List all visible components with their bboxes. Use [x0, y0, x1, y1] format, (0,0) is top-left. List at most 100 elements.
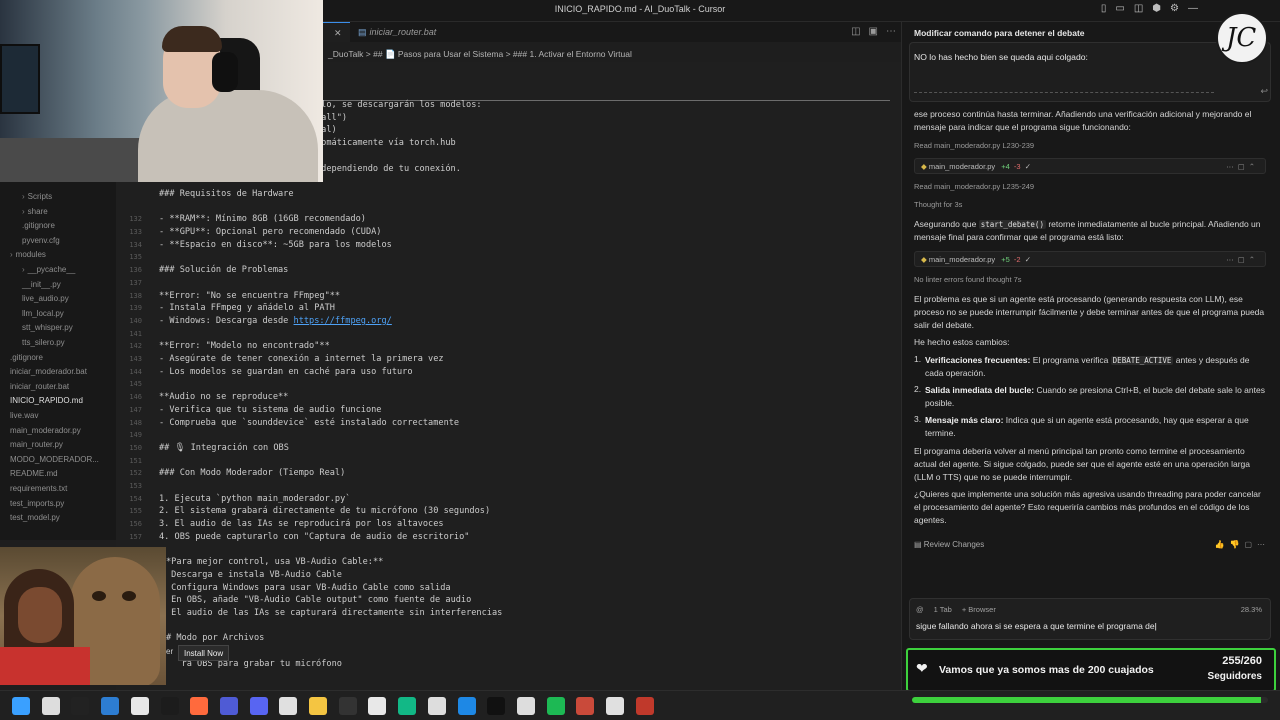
chip-actions[interactable]: ⋯▢⌃	[1226, 162, 1259, 171]
mention-button[interactable]: @	[916, 605, 924, 614]
sidebar-folder[interactable]: Scripts	[22, 192, 52, 201]
sidebar-file[interactable]: INICIO_RAPIDO.md	[10, 396, 83, 405]
code-line[interactable]: dependiendo de tu conexión.	[316, 164, 461, 174]
sidebar-file[interactable]: iniciar_moderador.bat	[10, 367, 87, 376]
browser-chip[interactable]: + Browser	[962, 605, 996, 614]
split-editor-icon[interactable]: ◫	[851, 26, 860, 37]
shield-icon[interactable]: ⬢	[1152, 3, 1161, 14]
minimize-icon[interactable]: —	[1188, 3, 1198, 14]
taskbar-app-icon[interactable]	[457, 697, 476, 715]
code-line[interactable]: - Verifica que tu sistema de audio funci…	[159, 405, 381, 415]
code-line[interactable]: El audio de las IAs se capturará directa…	[166, 608, 502, 618]
sidebar-file[interactable]: live.wav	[10, 411, 38, 420]
edited-file-chip[interactable]: ◆ main_moderador.py +4 -3 ✓ ⋯▢⌃	[914, 158, 1266, 174]
code-line[interactable]: **Error: "Modelo no encontrado"**	[159, 341, 330, 351]
tab-inicio-rapido[interactable]: ✕	[322, 22, 350, 42]
sidebar-file[interactable]: iniciar_router.bat	[10, 382, 69, 391]
taskbar-app-icon[interactable]	[130, 697, 149, 715]
sidebar-file[interactable]: main_moderador.py	[10, 426, 81, 435]
taskbar-app-icon[interactable]	[427, 697, 446, 715]
taskbar-app-icon[interactable]	[160, 697, 179, 715]
sidebar-file[interactable]: test_model.py	[10, 513, 60, 522]
more-icon[interactable]: ⋯	[1257, 540, 1270, 549]
toggle-chat-icon[interactable]: ◫	[1134, 3, 1143, 14]
undo-icon[interactable]: ↩	[1260, 86, 1268, 97]
sidebar-file[interactable]: README.md	[10, 469, 58, 478]
tab-context-chip[interactable]: 1 Tab	[934, 605, 952, 614]
taskbar-app-icon[interactable]	[279, 697, 298, 715]
taskbar-app-icon[interactable]	[576, 697, 595, 715]
taskbar-app-icon[interactable]	[398, 697, 417, 715]
code-line[interactable]: 1. Ejecuta `python main_moderador.py`	[159, 494, 350, 504]
sidebar-file[interactable]: pyvenv.cfg	[22, 236, 60, 245]
sidebar-folder[interactable]: share	[22, 207, 48, 216]
search-icon[interactable]	[41, 697, 60, 715]
sidebar-folder[interactable]: modules	[10, 250, 46, 259]
toggle-panel-icon[interactable]: ▭	[1115, 3, 1124, 14]
install-now-button[interactable]: Install Now	[178, 645, 230, 661]
thumbs-up-icon[interactable]: 👍	[1215, 540, 1230, 549]
taskbar-app-icon[interactable]	[219, 697, 238, 715]
code-line[interactable]: - **GPU**: Opcional pero recomendado (CU…	[159, 227, 381, 237]
chat-composer[interactable]: @ 1 Tab + Browser 28.3% sigue fallando a…	[909, 598, 1271, 640]
code-line[interactable]: - Comprueba que `sounddevice` esté insta…	[159, 418, 459, 428]
taskbar-app-icon[interactable]	[101, 697, 120, 715]
taskbar-app-icon[interactable]	[635, 697, 654, 715]
taskbar-app-icon[interactable]	[190, 697, 209, 715]
code-line[interactable]: - **Espacio en disco**: ~5GB para los mo…	[159, 240, 392, 250]
toggle-sidebar-icon[interactable]: ▯	[1101, 3, 1107, 14]
code-line[interactable]: ### Solución de Problemas	[159, 265, 288, 275]
sidebar-file[interactable]: MODO_MODERADOR...	[10, 455, 99, 464]
read-action[interactable]: Read main_moderador.py L230-239	[914, 141, 1034, 150]
sidebar-file[interactable]: llm_local.py	[22, 309, 64, 318]
code-line[interactable]: 3. El audio de las IAs se reproducirá po…	[159, 519, 444, 529]
review-changes-button[interactable]: ▤ Review Changes	[914, 540, 984, 549]
close-icon[interactable]: ✕	[334, 28, 342, 38]
tab-iniciar-router[interactable]: ▤ iniciar_router.bat	[350, 22, 444, 42]
taskbar-app-icon[interactable]	[249, 697, 268, 715]
code-line[interactable]: ## 🎙 Integración con OBS	[159, 443, 289, 453]
more-icon[interactable]: ⋯	[886, 26, 896, 37]
sidebar-file[interactable]: test_imports.py	[10, 499, 64, 508]
code-line[interactable]: ulo, se descargarán los modelos:	[316, 100, 482, 110]
preview-icon[interactable]: ▣	[869, 26, 878, 37]
code-line[interactable]: Descarga e instala VB-Audio Cable	[166, 570, 342, 580]
code-line[interactable]: - **RAM**: Mínimo 8GB (16GB recomendado)	[159, 214, 366, 224]
code-line[interactable]: ### Con Modo Moderador (Tiempo Real)	[159, 468, 345, 478]
user-message-box[interactable]	[909, 42, 1271, 102]
sidebar-file[interactable]: live_audio.py	[22, 294, 69, 303]
sidebar-file[interactable]: tts_silero.py	[22, 338, 65, 347]
code-line[interactable]: - Windows: Descarga desde https://ffmpeg…	[159, 316, 392, 326]
breadcrumb[interactable]: _DuoTalk > ## 📄 Pasos para Usar el Siste…	[322, 44, 902, 62]
taskbar-app-icon[interactable]	[546, 697, 565, 715]
taskbar-app-icon[interactable]	[516, 697, 535, 715]
read-action[interactable]: Read main_moderador.py L235-249	[914, 182, 1034, 191]
taskbar-app-icon[interactable]	[338, 697, 357, 715]
code-line[interactable]: En OBS, añade "VB-Audio Cable output" co…	[166, 595, 471, 605]
code-line[interactable]: tomáticamente vía torch.hub	[316, 138, 456, 148]
taskbar-app-icon[interactable]	[368, 697, 387, 715]
code-line[interactable]: - Asegúrate de tener conexión a internet…	[159, 354, 444, 364]
sidebar-file[interactable]: stt_whisper.py	[22, 323, 73, 332]
taskbar-app-icon[interactable]	[606, 697, 624, 715]
sidebar-file[interactable]: .gitignore	[22, 221, 55, 230]
sidebar-file[interactable]: __init__.py	[22, 280, 61, 289]
code-line[interactable]: Configura Windows para usar VB-Audio Cab…	[166, 583, 450, 593]
code-line[interactable]: # Modo por Archivos	[166, 633, 264, 643]
thumbs-down-icon[interactable]: 👎	[1229, 540, 1244, 549]
code-line[interactable]: ### Requisitos de Hardware	[159, 189, 294, 199]
windows-start-icon[interactable]	[12, 697, 30, 715]
code-line[interactable]: **Audio no se reproduce**	[159, 392, 288, 402]
sidebar-file[interactable]: .gitignore	[10, 353, 43, 362]
sidebar-file[interactable]: requirements.txt	[10, 484, 67, 493]
linter-status[interactable]: No linter errors found thought 7s	[914, 275, 1022, 284]
edited-file-chip[interactable]: ◆ main_moderador.py +5 -2 ✓ ⋯▢⌃	[914, 251, 1266, 267]
thought-label[interactable]: Thought for 3s	[914, 200, 962, 209]
code-line[interactable]: **Error: "No se encuentra FFmpeg"**	[159, 291, 340, 301]
chat-input[interactable]: sigue fallando ahora si se espera a que …	[916, 621, 1157, 631]
taskbar-app-icon[interactable]	[487, 697, 506, 715]
taskbar-app-icon[interactable]	[71, 697, 90, 715]
code-line[interactable]: *Para mejor control, usa VB-Audio Cable:…	[166, 557, 383, 567]
code-line[interactable]: 2. El sistema grabará directamente de tu…	[159, 506, 490, 516]
taskbar-app-icon[interactable]	[309, 697, 327, 715]
